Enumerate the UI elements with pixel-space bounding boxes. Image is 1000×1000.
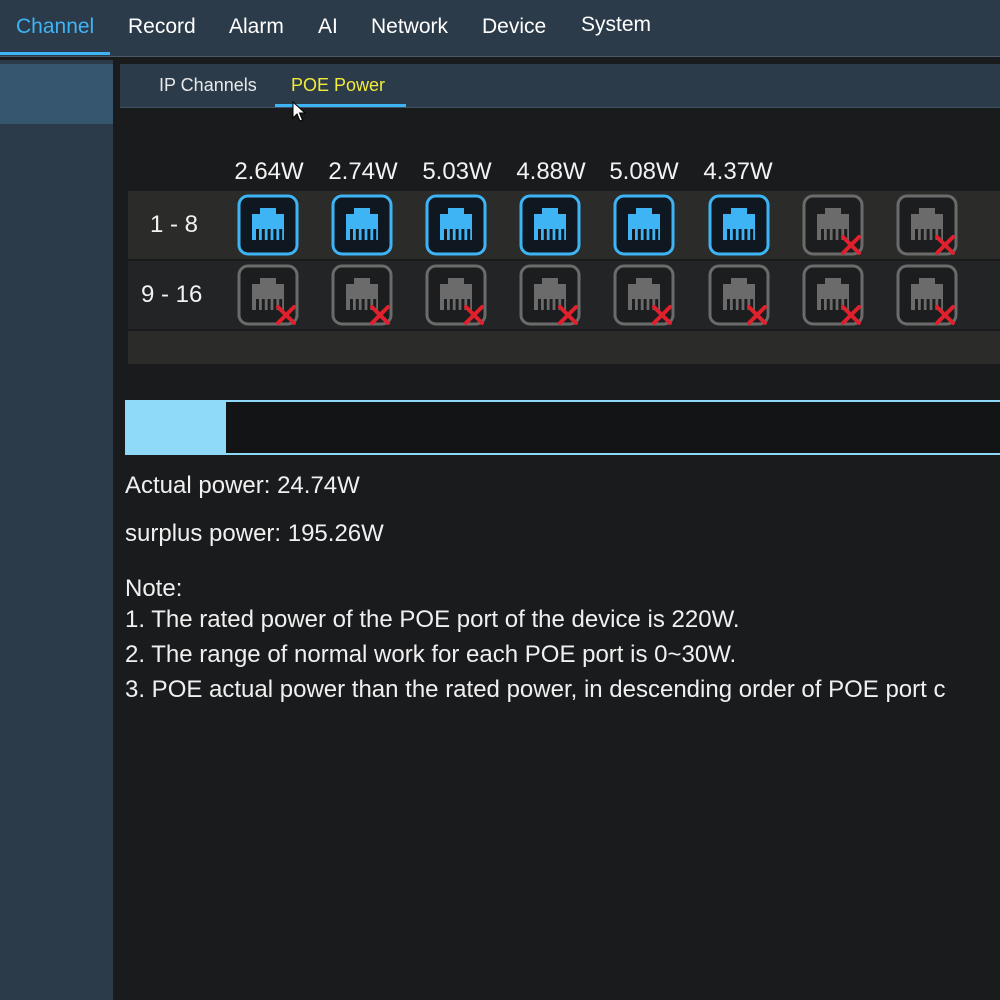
tab-ip-channels[interactable]: IP Channels bbox=[159, 64, 257, 106]
sidebar-item-selected[interactable] bbox=[0, 64, 113, 124]
ethernet-port-disconnected-icon[interactable] bbox=[331, 264, 395, 328]
tab-poe-power[interactable]: POE Power bbox=[291, 64, 385, 106]
ethernet-port-disconnected-icon[interactable] bbox=[425, 264, 489, 328]
note-line-3: 3. POE actual power than the rated power… bbox=[125, 676, 946, 703]
nav-active-indicator bbox=[0, 52, 110, 55]
power-usage-fill bbox=[127, 402, 226, 453]
port-3-watts: 5.03W bbox=[422, 158, 492, 185]
ethernet-port-connected-icon[interactable] bbox=[237, 194, 301, 258]
row-label-9-16: 9 - 16 bbox=[141, 281, 203, 308]
power-usage-bar bbox=[125, 400, 1000, 455]
ethernet-port-disconnected-icon[interactable] bbox=[802, 264, 866, 328]
mouse-cursor-icon bbox=[292, 101, 306, 122]
surplus-power-text: surplus power: 195.26W bbox=[125, 520, 384, 547]
nav-ai[interactable]: AI bbox=[318, 0, 338, 54]
port-1-watts: 2.64W bbox=[234, 158, 304, 185]
nav-alarm[interactable]: Alarm bbox=[229, 0, 284, 54]
note-line-2: 2. The range of normal work for each POE… bbox=[125, 641, 737, 668]
ethernet-port-connected-icon[interactable] bbox=[331, 194, 395, 258]
nav-channel[interactable]: Channel bbox=[16, 0, 94, 54]
ethernet-port-connected-icon[interactable] bbox=[519, 194, 583, 258]
ethernet-port-disconnected-icon[interactable] bbox=[237, 264, 301, 328]
actual-power-text: Actual power: 24.74W bbox=[125, 472, 360, 499]
nav-record[interactable]: Record bbox=[128, 0, 196, 54]
port-6-watts: 4.37W bbox=[703, 158, 773, 185]
port-4-watts: 4.88W bbox=[516, 158, 586, 185]
nav-network[interactable]: Network bbox=[371, 0, 448, 54]
ethernet-port-disconnected-icon[interactable] bbox=[613, 264, 677, 328]
note-line-1: 1. The rated power of the POE port of th… bbox=[125, 606, 740, 633]
ethernet-port-connected-icon[interactable] bbox=[425, 194, 489, 258]
poe-row-empty bbox=[128, 331, 1000, 364]
ethernet-port-disconnected-icon[interactable] bbox=[896, 264, 960, 328]
nav-system[interactable]: System bbox=[581, 0, 651, 52]
port-2-watts: 2.74W bbox=[328, 158, 398, 185]
port-5-watts: 5.08W bbox=[609, 158, 679, 185]
ethernet-port-disconnected-icon[interactable] bbox=[896, 194, 960, 258]
ethernet-port-connected-icon[interactable] bbox=[613, 194, 677, 258]
nav-device[interactable]: Device bbox=[482, 0, 546, 54]
note-title: Note: bbox=[125, 575, 183, 602]
ethernet-port-disconnected-icon[interactable] bbox=[802, 194, 866, 258]
sidebar bbox=[0, 60, 113, 1000]
ethernet-port-connected-icon[interactable] bbox=[708, 194, 772, 258]
ethernet-port-disconnected-icon[interactable] bbox=[708, 264, 772, 328]
sub-tab-bar: IP Channels POE Power bbox=[120, 64, 1000, 108]
ethernet-port-disconnected-icon[interactable] bbox=[519, 264, 583, 328]
row-label-1-8: 1 - 8 bbox=[150, 211, 199, 238]
top-navigation: Channel Record Alarm AI Network Device S… bbox=[0, 0, 1000, 57]
